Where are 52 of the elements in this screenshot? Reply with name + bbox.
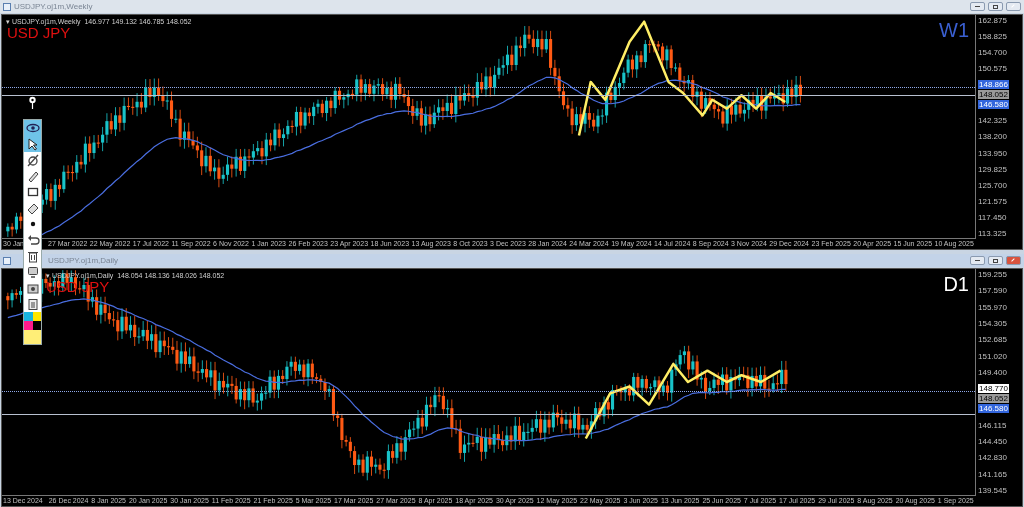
zigzag-line[interactable]: [584, 362, 782, 440]
price-tick-label: 162.875: [978, 16, 1007, 25]
price-tick-label: 154.700: [978, 48, 1007, 58]
price-tick-label: 149.400: [978, 367, 1007, 377]
price-tick-label: 113.325: [978, 228, 1007, 238]
window-title: USDJPY.oj1m,Weekly: [14, 0, 93, 13]
pin-icon[interactable]: [27, 96, 38, 110]
price-tag: 148.866: [978, 80, 1009, 90]
rectangle-icon[interactable]: [24, 184, 41, 200]
price-tick-label: 152.685: [978, 335, 1007, 345]
timeframe-label: W1: [939, 19, 969, 41]
crossed-circle-icon[interactable]: [24, 152, 41, 168]
price-tag: 148.770: [978, 384, 1009, 394]
color-swatch[interactable]: [24, 321, 33, 330]
price-tag: 148.052: [978, 394, 1009, 404]
price-tick-label: 129.825: [978, 164, 1007, 174]
current-color-swatch[interactable]: [24, 330, 41, 344]
price-tick-label: 138.200: [978, 132, 1007, 142]
cursor-icon[interactable]: [24, 136, 41, 152]
price-tick-label: 158.825: [978, 32, 1007, 42]
chart-window-icon: [3, 256, 11, 265]
price-tick-label: 159.255: [978, 270, 1007, 279]
color-swatch[interactable]: [32, 321, 41, 330]
price-tick-label: 142.830: [978, 453, 1007, 463]
price-tick-label: 139.545: [978, 485, 1007, 495]
price-tag: 146.580: [978, 100, 1009, 110]
color-swatch[interactable]: [24, 312, 33, 321]
price-tick-label: 155.970: [978, 302, 1007, 312]
maximize-button[interactable]: [988, 2, 1003, 11]
price-tick-label: 146.115: [978, 420, 1007, 430]
maximize-button[interactable]: [988, 256, 1003, 265]
price-tag: 148.052: [978, 90, 1009, 100]
price-tick-label: 121.575: [978, 196, 1007, 206]
price-tick-label: 142.325: [978, 116, 1007, 126]
price-tick-label: 125.700: [978, 180, 1007, 190]
price-tag: 146.580: [978, 404, 1009, 414]
price-tick-label: 144.450: [978, 436, 1007, 446]
color-swatch[interactable]: [32, 312, 41, 321]
minimize-button[interactable]: [970, 2, 985, 11]
price-tick-label: 154.305: [978, 319, 1007, 328]
price-tick-label: 151.020: [978, 351, 1007, 361]
price-tick-label: 117.450: [978, 212, 1007, 222]
timeframe-label: D1: [943, 273, 969, 295]
zigzag-line[interactable]: [577, 20, 786, 136]
window-title: USDJPY.oj1m,Daily: [48, 254, 119, 267]
price-tick-label: 133.950: [978, 148, 1007, 158]
price-tick-label: 157.590: [978, 286, 1007, 296]
eye-icon[interactable]: [24, 120, 41, 136]
minimize-button[interactable]: [970, 256, 985, 265]
price-tick-label: 150.575: [978, 64, 1007, 74]
chart-window-icon: [3, 2, 11, 11]
price-tick-label: 141.165: [978, 469, 1007, 479]
